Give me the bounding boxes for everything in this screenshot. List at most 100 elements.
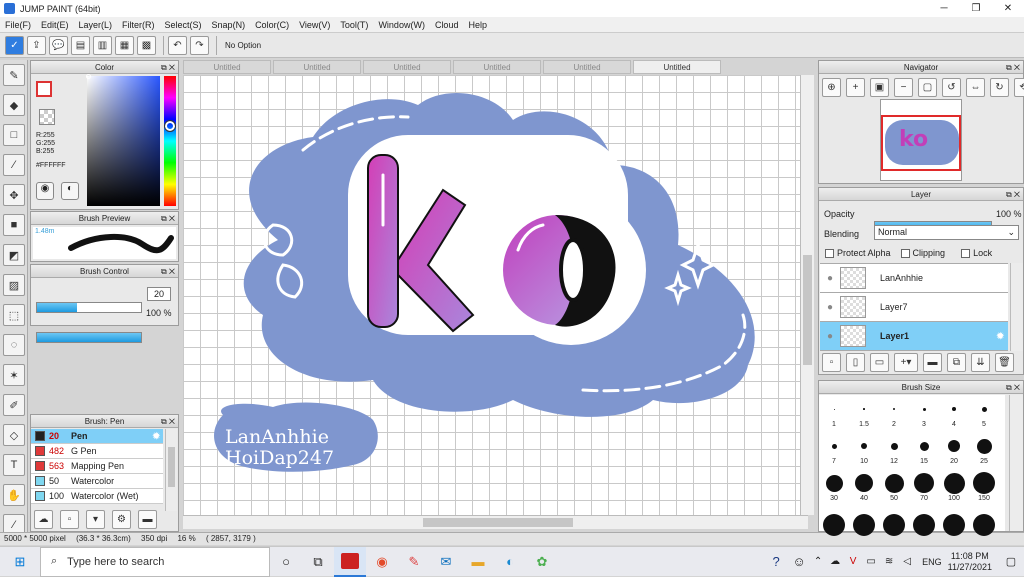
cloud-tray-icon[interactable]: ☁ [826,547,844,577]
network-icon[interactable]: ▭ [862,547,880,577]
panel-close-icon[interactable]: ⧉ ✕ [1006,381,1020,394]
clipping-checkbox[interactable] [900,248,910,258]
notifications-icon[interactable]: ▢ [998,547,1024,577]
chevron-up-icon[interactable]: ⌃ [810,547,826,577]
brush-size-dot[interactable] [913,514,935,536]
menu-layer[interactable]: Layer(L) [74,20,118,30]
panel-close-icon[interactable]: ⧉ ✕ [1006,61,1020,74]
redo-icon[interactable]: ↷ [190,35,209,55]
magic-wand-tool-icon[interactable]: ✶ [3,364,25,386]
layer-menu-icon[interactable]: ▭ [870,353,889,372]
brush-size-dot[interactable] [914,473,934,493]
grid-settings-icon[interactable]: ▩ [137,35,156,55]
brush-size-dot[interactable] [863,408,865,410]
rotate-left-icon[interactable]: ↺ [942,78,961,97]
fit-window-icon[interactable]: ▣ [870,78,889,97]
panel-close-icon[interactable]: ⧉ ✕ [161,415,175,428]
menu-view[interactable]: View(V) [294,20,335,30]
gear-icon[interactable]: ✹ [996,331,1004,342]
shape-tool-icon[interactable]: □ [3,124,25,146]
protect-alpha-checkbox[interactable] [825,248,834,258]
tab-untitled[interactable]: Untitled [363,60,451,74]
menu-edit[interactable]: Edit(E) [36,20,74,30]
saturation-value-picker[interactable] [87,76,160,206]
brush-size-dot[interactable] [973,514,995,536]
close-button[interactable]: ✕ [992,0,1024,17]
gradient-tool-icon[interactable]: ▨ [3,274,25,296]
comment-icon[interactable]: ▤ [71,35,90,55]
minimize-button[interactable]: ─ [928,0,960,17]
brush-size-grid[interactable]: 1 1.5 2 3 4 5 7 10 12 15 20 25 30 40 50 70 100 150 [819,395,1005,536]
zoom-fit-icon[interactable]: ⊕ [822,78,841,97]
sv-picker-cursor[interactable] [86,74,91,79]
brush-item-gpen[interactable]: 482 G Pen [31,444,163,459]
file-explorer-icon[interactable]: ▬ [462,547,494,577]
brush-size-dot[interactable] [943,514,965,536]
tab-untitled[interactable]: Untitled [273,60,361,74]
brush-size-dot[interactable] [883,514,905,536]
brush-folder-icon[interactable]: ▬ [138,510,157,529]
blending-select[interactable]: Normal ⌄ [874,225,1019,240]
app-icon-green[interactable]: ✿ [526,547,558,577]
brush-size-dot[interactable] [833,408,835,410]
brush-size-dot[interactable] [823,514,845,536]
brush-size-dot[interactable] [893,408,895,410]
windows-start-icon[interactable]: ⊞ [0,547,40,577]
brush-size-value[interactable]: 20 [147,287,171,301]
system-clock[interactable]: 11:08 PM 11/27/2021 [948,551,992,573]
panel-close-icon[interactable]: ⧉ ✕ [161,265,175,278]
brush-item-watercolor-wet[interactable]: 100 Watercolor (Wet) [31,489,163,504]
reset-view-icon[interactable]: ⟲ [1014,78,1024,97]
brush-size-dot[interactable] [922,407,926,411]
hue-slider-knob[interactable] [164,120,176,132]
palette-icon[interactable]: ◉ [36,182,54,200]
zoom-in-icon[interactable]: + [846,78,865,97]
brush-size-scrollbar[interactable] [1009,395,1023,531]
brush-item-mapping-pen[interactable]: 563 Mapping Pen [31,459,163,474]
menu-select[interactable]: Select(S) [160,20,207,30]
brush-size-dot[interactable] [948,440,960,452]
lock-checkbox[interactable] [961,248,971,258]
volume-icon[interactable]: ◁ [898,547,916,577]
eraser-tool-icon[interactable]: ◆ [3,94,25,116]
document-list-icon[interactable]: ▦ [115,35,134,55]
select-pen-tool-icon[interactable]: ✐ [3,394,25,416]
navigator-viewport-frame[interactable] [881,115,961,171]
layer-visibility-icon[interactable]: ● [820,273,840,284]
merge-layer-icon[interactable]: ⇊ [971,353,990,372]
brush-size-slider[interactable] [36,302,142,313]
wifi-icon[interactable]: ≋ [880,547,898,577]
layer-row-layer1[interactable]: ● Layer1 ✹ [820,322,1008,351]
canvas-vertical-scrollbar[interactable] [800,75,814,515]
brush-size-dot[interactable] [853,514,875,536]
hand-tool-icon[interactable]: ✋ [3,484,25,506]
new-layer-copy-icon[interactable]: ▯ [846,353,865,372]
zoom-out-icon[interactable]: − [894,78,913,97]
tab-untitled[interactable]: Untitled [453,60,541,74]
menu-file[interactable]: File(F) [0,20,36,30]
tab-untitled[interactable]: Untitled [543,60,631,74]
undo-icon[interactable]: ↶ [168,35,187,55]
transparent-swatch[interactable] [39,109,55,125]
text-tool-icon[interactable]: T [3,454,25,476]
brush-menu-icon[interactable]: ▾ [86,510,105,529]
menu-cloud[interactable]: Cloud [430,20,464,30]
duplicate-layer-icon[interactable]: ⧉ [947,353,966,372]
brush-item-watercolor[interactable]: 50 Watercolor [31,474,163,489]
menu-filter[interactable]: Filter(R) [117,20,160,30]
rotate-right-icon[interactable]: ↻ [990,78,1009,97]
app-icon-orange[interactable]: ✎ [398,547,430,577]
task-view-icon[interactable]: ⧉ [302,547,334,577]
layer-visibility-icon[interactable]: ● [820,302,840,313]
language-indicator[interactable]: ENG [922,557,942,567]
document-icon[interactable]: ▥ [93,35,112,55]
brush-size-dot[interactable] [976,438,992,454]
menu-snap[interactable]: Snap(N) [207,20,251,30]
lasso-tool-icon[interactable]: ◌ [3,334,25,356]
line-tool-icon[interactable]: ⁄ [3,154,25,176]
brush-size-dot[interactable] [884,473,904,493]
trash-icon[interactable]: 🗑 [995,353,1014,372]
foreground-color-swatch[interactable] [36,81,52,97]
new-brush-icon[interactable]: ▫ [60,510,79,529]
layer-row-lananhhie[interactable]: ● LanAnhhie [820,264,1008,293]
